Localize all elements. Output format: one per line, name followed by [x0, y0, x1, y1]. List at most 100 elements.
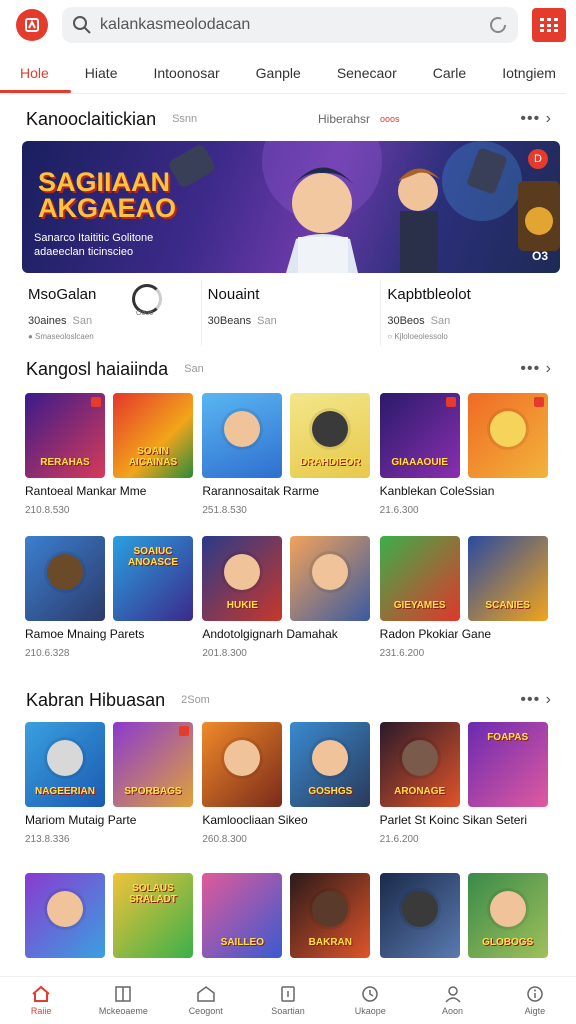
game-thumbnail[interactable]: [467, 393, 548, 478]
character-art: [47, 554, 83, 590]
tab-3[interactable]: Intoonosar: [149, 55, 223, 91]
game-card[interactable]: GIEYAMES SCANIES Radon Pkokiar Gane 231.…: [377, 533, 554, 662]
ring-label: Oooo: [136, 310, 154, 317]
section-red-note: ooos: [380, 114, 400, 124]
game-count: 210.8.530: [25, 505, 70, 516]
game-count: 213.8.336: [25, 834, 70, 845]
game-card[interactable]: HUKIE Andotolgignarh Damahak 201.8.300: [199, 533, 376, 662]
game-title[interactable]: Rarannosaitak Rarme: [202, 484, 373, 498]
nav-saved[interactable]: Soartian: [247, 977, 329, 1024]
grid-menu-icon: [540, 18, 558, 32]
nav-info[interactable]: Aigte: [494, 977, 576, 1024]
game-thumbnail[interactable]: GIEYAMES: [379, 536, 460, 621]
game-thumbnail[interactable]: BAKRAN: [290, 873, 371, 958]
game-thumbnail[interactable]: [290, 536, 371, 621]
game-thumbnail[interactable]: [25, 536, 105, 621]
more-button[interactable]: ••• ›: [520, 110, 552, 128]
game-title[interactable]: Kanblekan ColeSsian: [380, 484, 551, 498]
game-title[interactable]: Ramoe Mnaing Parets: [25, 627, 196, 641]
more-button[interactable]: ••• ›: [520, 360, 552, 378]
character-art: [47, 740, 83, 776]
search-bar[interactable]: kalankasmeolodacan: [62, 7, 518, 43]
game-thumbnail[interactable]: ARONAGE: [379, 722, 460, 807]
game-thumbnail[interactable]: SCANIES: [467, 536, 548, 621]
game-thumbnail[interactable]: HUKIE: [202, 536, 283, 621]
game-count: 260.8.300: [202, 834, 247, 845]
thumb-label: SOAIUC ANOASCE: [127, 546, 178, 568]
tab-2[interactable]: Hiate: [81, 55, 122, 91]
nav-label: Ukaope: [354, 1006, 386, 1016]
more-button[interactable]: ••• ›: [520, 691, 552, 709]
tab-home[interactable]: Hole: [0, 55, 71, 93]
game-thumbnail[interactable]: SAILLEO: [202, 873, 283, 958]
refresh-icon[interactable]: [488, 15, 508, 35]
game-count: 21.6.200: [379, 834, 419, 845]
stat-sub: 30aines San: [28, 315, 195, 327]
game-thumbnail[interactable]: [202, 393, 283, 478]
game-card[interactable]: GLOBOGS: [377, 870, 554, 961]
tab-4[interactable]: Ganple: [252, 55, 305, 91]
nav-store[interactable]: Ceogont: [165, 977, 247, 1024]
game-thumbnail[interactable]: SPORBAGS: [113, 722, 193, 807]
game-card[interactable]: NAGEERIAN SPORBAGS Mariom Mutaig Parte 2…: [22, 719, 199, 848]
game-card[interactable]: SAILLEO BAKRAN: [199, 870, 376, 961]
search-input[interactable]: kalankasmeolodacan: [100, 16, 480, 34]
game-grid-row: SOLAUS SRALADT SAILLEO BAKRAN GLOBOGS: [22, 870, 554, 961]
thumb-label: SOAIN AICAINAS: [128, 446, 178, 468]
game-title[interactable]: Andotolgignarh Damahak: [202, 627, 373, 641]
stat-item[interactable]: MsoGalan 30aines San ● Smaseoloslcaen Ooo…: [22, 280, 201, 346]
game-card[interactable]: ARONAGE FOAPAS Parlet St Koinc Sikan Set…: [377, 719, 554, 848]
tab-7[interactable]: Iotngiem: [498, 55, 560, 91]
game-card[interactable]: SOAIUC ANOASCE Ramoe Mnaing Parets 210.6…: [22, 533, 199, 662]
game-thumbnail[interactable]: [379, 873, 460, 958]
game-thumbnail[interactable]: DRAHDIEOR: [290, 393, 371, 478]
game-grid-row: SOAIUC ANOASCE Ramoe Mnaing Parets 210.6…: [22, 533, 554, 662]
character-art: [312, 554, 349, 590]
game-title[interactable]: Kamloocliaan Sikeo: [202, 813, 373, 827]
section3-header: Kabran Hibuasan 2Som ••• ›: [26, 687, 552, 713]
section2-header: Kangosl haiaiinda San ••• ›: [26, 356, 552, 382]
tab-6[interactable]: Carle: [429, 55, 470, 91]
banner-badge-icon[interactable]: D: [528, 149, 548, 169]
banner-title-line1: SAGIIAAN: [38, 167, 171, 197]
character-art: [224, 554, 261, 590]
nav-profile[interactable]: Aoon: [411, 977, 493, 1024]
home-icon: [32, 985, 50, 1002]
game-card[interactable]: SOLAUS SRALADT: [22, 870, 199, 961]
app-logo-icon[interactable]: [16, 9, 48, 41]
tab-5[interactable]: Senecaor: [333, 55, 401, 91]
game-thumbnail[interactable]: SOLAUS SRALADT: [113, 873, 193, 958]
banner-title: SAGIIAAN AKGAEAO: [38, 167, 176, 222]
game-thumbnail[interactable]: RERAHAS: [25, 393, 105, 478]
game-card[interactable]: RERAHAS SOAIN AICAINAS Rantoeal Mankar M…: [22, 390, 199, 519]
game-card[interactable]: GOSHGS Kamloocliaan Sikeo 260.8.300: [199, 719, 376, 848]
game-card[interactable]: DRAHDIEOR Rarannosaitak Rarme 251.8.530: [199, 390, 376, 519]
stat-unit: San: [257, 315, 277, 327]
nav-library[interactable]: Mckeoaeme: [82, 977, 164, 1024]
stat-item[interactable]: Nouaint 30Beans San: [200, 280, 381, 346]
game-title[interactable]: Rantoeal Mankar Mme: [25, 484, 196, 498]
game-thumbnail[interactable]: NAGEERIAN: [25, 722, 105, 807]
game-title[interactable]: Radon Pkokiar Gane: [380, 627, 551, 641]
character-art: [401, 740, 438, 776]
section-meta: Ssnn: [172, 113, 198, 125]
game-thumbnail[interactable]: SOAIUC ANOASCE: [113, 536, 193, 621]
game-title[interactable]: Mariom Mutaig Parte: [25, 813, 196, 827]
section-subtitle[interactable]: Hiberahsr: [318, 112, 370, 126]
game-card[interactable]: GIAAAOUIE Kanblekan ColeSsian 21.6.300: [377, 390, 554, 519]
game-title[interactable]: Parlet St Koinc Sikan Seteri: [380, 813, 551, 827]
menu-button[interactable]: [532, 8, 566, 42]
featured-banner[interactable]: SAGIIAAN AKGAEAO Sanarco Itaititic Golit…: [22, 141, 560, 273]
game-thumbnail[interactable]: FOAPAS: [467, 722, 548, 807]
game-thumbnail[interactable]: GOSHGS: [290, 722, 371, 807]
category-tabs: Hole Hiate Intoonosar Ganple Senecaor Ca…: [0, 52, 566, 94]
nav-home[interactable]: Raiie: [0, 977, 82, 1024]
game-thumbnail[interactable]: GIAAAOUIE: [379, 393, 460, 478]
game-thumbnail[interactable]: SOAIN AICAINAS: [113, 393, 193, 478]
game-thumbnail[interactable]: [202, 722, 283, 807]
character-art: [489, 891, 526, 927]
game-thumbnail[interactable]: GLOBOGS: [467, 873, 548, 958]
stat-item[interactable]: Kapbtbleolot 30Beos San ○ Kjloloeolessolo: [380, 280, 560, 346]
game-thumbnail[interactable]: [25, 873, 105, 958]
nav-recent[interactable]: Ukaope: [329, 977, 411, 1024]
